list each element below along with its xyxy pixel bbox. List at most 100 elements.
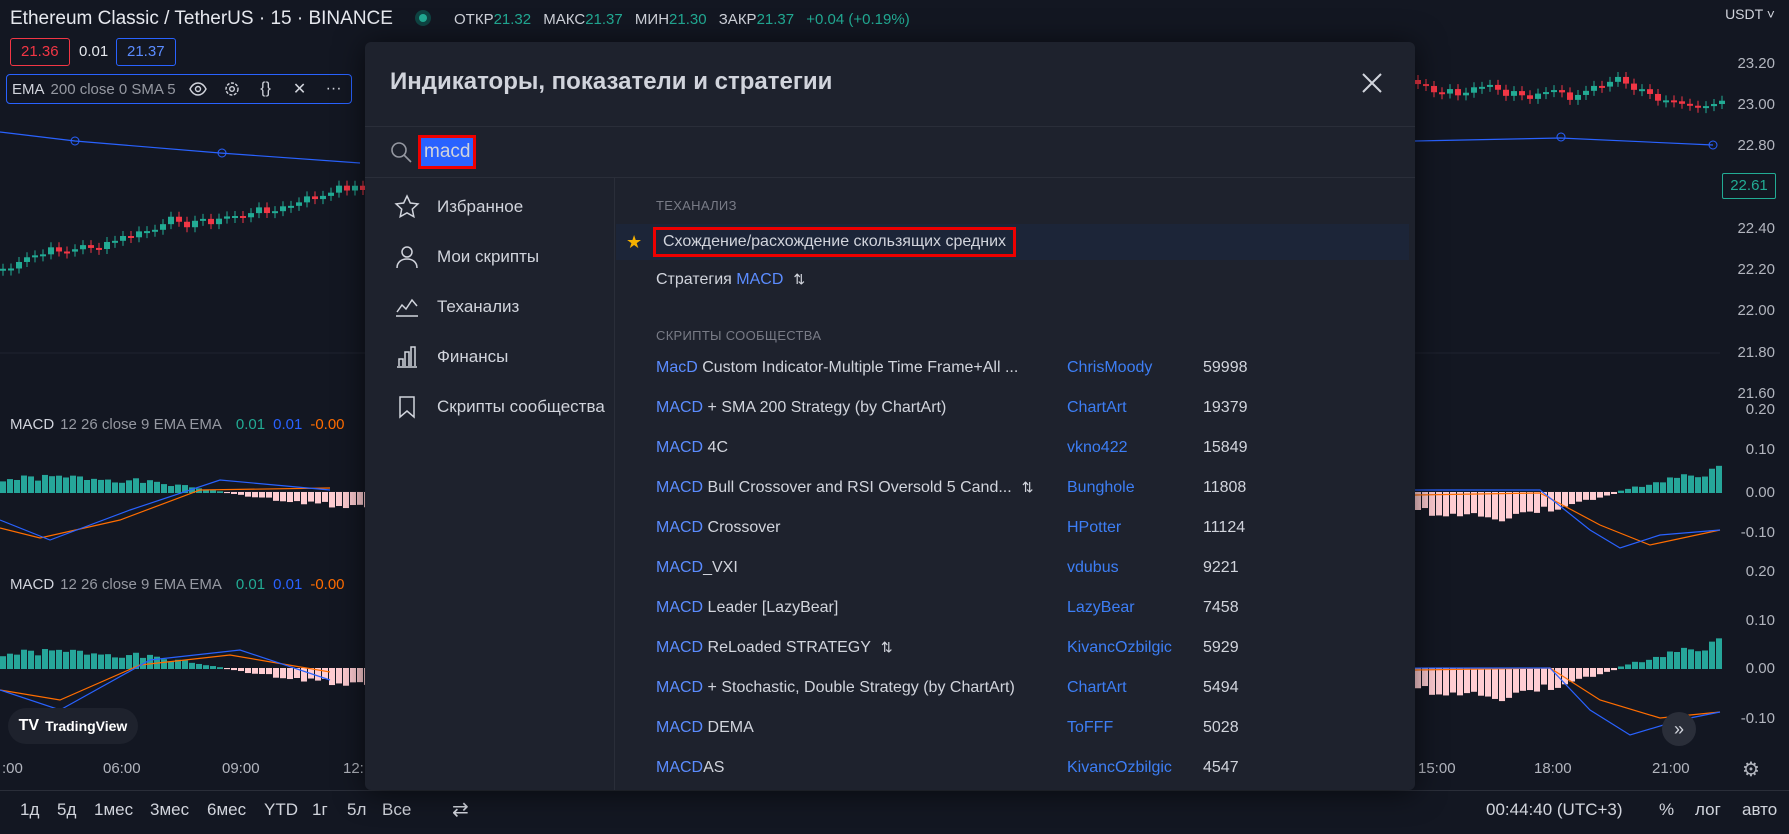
- community-script-row[interactable]: MACD ReLoaded STRATEGY ⇅ KivancOzbilgic 592…: [616, 630, 1409, 666]
- result-author[interactable]: vkno422: [1067, 439, 1128, 457]
- search-input[interactable]: macd: [417, 135, 477, 169]
- range-5y[interactable]: 5л: [347, 800, 366, 820]
- result-author[interactable]: LazyBear: [1067, 599, 1135, 617]
- range-1d[interactable]: 1д: [20, 800, 39, 820]
- symbol-title[interactable]: Ethereum Classic / TetherUS · 15 · BINAN…: [10, 8, 393, 30]
- candle-body: [208, 218, 214, 225]
- community-script-row[interactable]: MACD DEMA ToFFF 5028: [616, 710, 1409, 746]
- close-icon[interactable]: ✕: [288, 77, 312, 101]
- close-icon[interactable]: [1357, 68, 1387, 98]
- range-1y[interactable]: 1г: [312, 800, 328, 820]
- results-list: ТЕХАНАЛИЗ ★ Схождение/расхождение скольз…: [616, 178, 1415, 790]
- log-scale-button[interactable]: лог: [1695, 800, 1721, 820]
- macd-hist-bar: [266, 492, 272, 498]
- result-author[interactable]: KivancOzbilgic: [1067, 639, 1172, 657]
- candle-body: [176, 216, 182, 222]
- range-5d[interactable]: 5д: [57, 800, 76, 820]
- candle-body: [1479, 86, 1485, 89]
- result-author[interactable]: HPotter: [1067, 519, 1121, 537]
- macd-hist-bar: [84, 479, 90, 493]
- price-axis-label: 23.00: [1737, 96, 1775, 113]
- macd-hist-bar: [1590, 668, 1596, 677]
- current-price-tag: 22.61: [1722, 173, 1776, 199]
- macd-hist-bar: [63, 477, 69, 493]
- currency-selector[interactable]: USDT ˅: [1725, 6, 1775, 22]
- macd-hist-bar: [1709, 641, 1715, 669]
- eye-icon[interactable]: [186, 77, 210, 101]
- ema-legend[interactable]: EMA 200 close 0 SMA 5 {} ✕ ···: [6, 74, 352, 104]
- candle-body: [272, 211, 278, 214]
- result-title-highlight: MACD: [736, 271, 784, 288]
- nav-item-favorites[interactable]: Избранное: [365, 182, 614, 232]
- range-all[interactable]: Все: [382, 800, 411, 820]
- macd-hist-bar: [14, 654, 20, 669]
- result-title-rest: Custom Indicator-Multiple Time Frame+All…: [697, 359, 1019, 376]
- nav-item-financials[interactable]: Финансы: [365, 332, 614, 382]
- community-script-row[interactable]: MACD Bull Crossover and RSI Oversold 5 C…: [616, 470, 1409, 506]
- time-axis-label: 18:00: [1534, 760, 1572, 777]
- nav-item-community-scripts[interactable]: Скрипты сообщества: [365, 382, 614, 432]
- community-script-row[interactable]: MACD + Stochastic, Double Strategy (by C…: [616, 670, 1409, 706]
- nav-item-my-scripts[interactable]: Мои скрипты: [365, 232, 614, 282]
- tradingview-logo[interactable]: TV TradingView: [8, 708, 138, 744]
- macd-hist-bar: [154, 481, 160, 493]
- scroll-to-realtime-button[interactable]: »: [1662, 712, 1696, 746]
- community-script-row[interactable]: MACD Crossover HPotter 11124: [616, 510, 1409, 546]
- community-script-row[interactable]: MACD + SMA 200 Strategy (by ChartArt) Cha…: [616, 390, 1409, 426]
- nav-item-technicals[interactable]: Теханализ: [365, 282, 614, 332]
- result-author[interactable]: ChartArt: [1067, 399, 1127, 417]
- result-title-rest: + SMA 200 Strategy (by ChartArt): [703, 399, 947, 416]
- range-ytd[interactable]: YTD: [264, 800, 298, 820]
- gear-icon[interactable]: [220, 77, 244, 101]
- community-script-row[interactable]: MACD Leader [LazyBear] LazyBear 7458: [616, 590, 1409, 626]
- result-author[interactable]: KivancOzbilgic: [1067, 759, 1172, 777]
- result-author[interactable]: ChrisMoody: [1067, 359, 1152, 377]
- community-script-row[interactable]: MACDAS KivancOzbilgic 4547: [616, 750, 1409, 786]
- candle-body: [1519, 91, 1525, 96]
- macd-hist-bar: [210, 490, 216, 493]
- ohlc-high-value: 21.37: [585, 11, 623, 28]
- range-6m[interactable]: 6мес: [207, 800, 246, 820]
- community-script-row[interactable]: MACD_VXI vdubus 9221: [616, 550, 1409, 586]
- macd-legend-name: MACD: [10, 576, 55, 593]
- community-script-row[interactable]: MACD 4C vkno422 15849: [616, 430, 1409, 466]
- result-title: MACD Leader [LazyBear]: [656, 599, 838, 617]
- result-likes-count: 5028: [1203, 719, 1239, 736]
- macd-legend-1[interactable]: MACD 12 26 close 9 EMA EMA 0.01 0.01 -0.00: [10, 416, 345, 433]
- macd-hist-bar: [1639, 662, 1645, 669]
- macd-hist-bar: [1583, 668, 1589, 677]
- result-author[interactable]: vdubus: [1067, 559, 1119, 577]
- macd-hist-bar: [1492, 668, 1498, 699]
- macd-hist-bar: [1569, 492, 1575, 505]
- result-author[interactable]: ToFFF: [1067, 719, 1113, 737]
- macd-hist-bar: [329, 668, 335, 686]
- buy-price-button[interactable]: 21.37: [116, 38, 176, 66]
- auto-scale-button[interactable]: авто: [1742, 800, 1777, 820]
- macd-hist-bar: [343, 492, 349, 509]
- settings-gear-icon[interactable]: ⚙: [1742, 757, 1760, 782]
- result-author[interactable]: ChartArt: [1067, 679, 1127, 697]
- macd-legend-2[interactable]: MACD 12 26 close 9 EMA EMA 0.01 0.01 -0.00: [10, 576, 345, 593]
- percent-scale-button[interactable]: %: [1659, 800, 1674, 820]
- macd-line-value: 0.01: [273, 576, 303, 593]
- sell-price-button[interactable]: 21.36: [10, 38, 70, 66]
- range-1m[interactable]: 1мес: [94, 800, 133, 820]
- macd-hist-bar: [1527, 492, 1533, 512]
- nav-label: Финансы: [437, 347, 509, 366]
- date-range-icon[interactable]: ⇄: [452, 797, 469, 822]
- result-row-macd-strategy[interactable]: Стратегия MACD ⇅: [616, 262, 1409, 298]
- candle-body: [264, 207, 270, 214]
- result-row-macd[interactable]: ★ Схождение/расхождение скользящих средн…: [616, 224, 1409, 260]
- candle-body: [1647, 89, 1653, 94]
- more-icon[interactable]: ···: [322, 77, 346, 101]
- clock[interactable]: 00:44:40 (UTC+3): [1486, 800, 1623, 820]
- favorite-star-icon[interactable]: ★: [626, 232, 642, 253]
- candle-body: [56, 247, 62, 252]
- macd-hist-bar: [1576, 492, 1582, 502]
- candle-body: [336, 185, 342, 193]
- ohlc-close-label: ЗАКР: [718, 11, 757, 28]
- source-code-icon[interactable]: {}: [254, 77, 278, 101]
- range-3m[interactable]: 3мес: [150, 800, 189, 820]
- community-script-row[interactable]: MacD Custom Indicator-Multiple Time Fram…: [616, 350, 1409, 386]
- result-author[interactable]: Bunghole: [1067, 479, 1135, 497]
